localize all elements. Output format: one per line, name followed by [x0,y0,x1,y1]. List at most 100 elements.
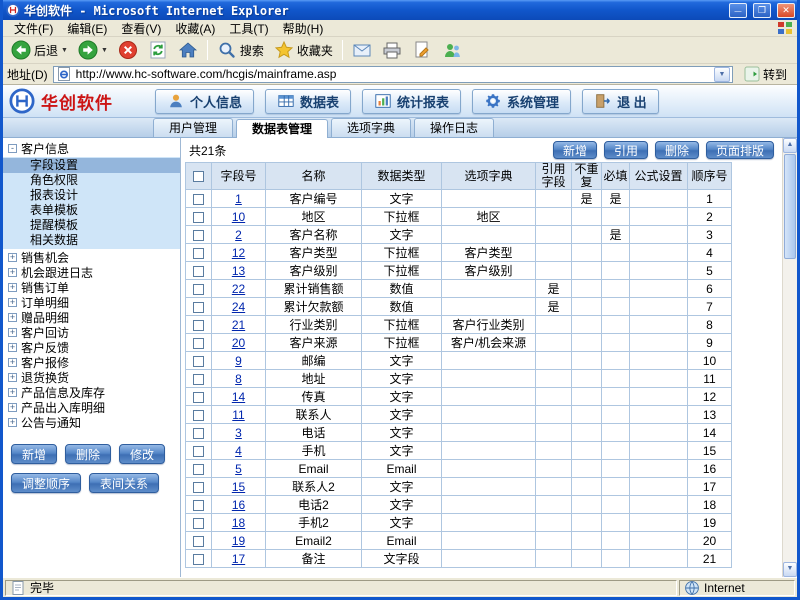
sidebar-adjust-order-button[interactable]: 调整顺序 [11,473,81,493]
row-checkbox[interactable] [193,356,204,367]
menu-item[interactable]: 编辑(E) [60,19,114,38]
minimize-button[interactable] [729,3,747,18]
expand-icon[interactable]: + [8,253,17,262]
back-dropdown-icon[interactable]: ▼ [61,47,68,54]
menu-item[interactable]: 工具(T) [222,19,275,38]
expand-icon[interactable]: + [8,313,17,322]
forward-dropdown-icon[interactable]: ▼ [101,47,108,54]
forward-button[interactable]: ▼ [74,39,112,61]
field-no-link[interactable]: 22 [232,282,245,296]
maximize-button[interactable] [753,3,771,18]
field-no-link[interactable]: 5 [235,462,242,476]
sidebar-item[interactable]: +退货换货 [3,370,180,385]
tab-option-dictionary[interactable]: 选项字典 [331,118,411,137]
field-no-link[interactable]: 1 [235,192,242,206]
row-checkbox[interactable] [193,320,204,331]
scroll-down-button[interactable]: ▼ [783,562,797,577]
sidebar-subitem[interactable]: 字段设置 [3,158,180,173]
row-checkbox[interactable] [193,266,204,277]
edit-button[interactable] [408,39,436,61]
expand-icon[interactable]: + [8,343,17,352]
menu-item[interactable]: 收藏(A) [168,19,222,38]
home-button[interactable] [174,39,202,61]
go-button[interactable]: 转到 [738,65,793,83]
expand-icon[interactable]: + [8,328,17,337]
sidebar-subitem[interactable]: 提醒模板 [3,218,180,233]
sidebar-modify-button[interactable]: 修改 [119,444,165,464]
stop-button[interactable] [114,39,142,61]
sidebar-subitem[interactable]: 角色权限 [3,173,180,188]
sidebar-subitem[interactable]: 报表设计 [3,188,180,203]
vertical-scrollbar[interactable]: ▲ ▼ [782,138,797,577]
expand-icon[interactable]: + [8,388,17,397]
field-no-link[interactable]: 11 [232,408,244,422]
close-button[interactable] [777,3,795,18]
sidebar-item[interactable]: +客户回访 [3,325,180,340]
row-checkbox[interactable] [193,500,204,511]
sidebar-add-button[interactable]: 新增 [11,444,57,464]
field-no-link[interactable]: 9 [235,354,242,368]
field-no-link[interactable]: 24 [232,300,245,314]
logout-button[interactable]: 退 出 [582,89,659,114]
field-no-link[interactable]: 12 [232,246,245,260]
add-button[interactable]: 新增 [553,141,597,159]
scroll-track[interactable] [783,260,797,562]
row-checkbox[interactable] [193,248,204,259]
row-checkbox[interactable] [193,392,204,403]
sidebar-item[interactable]: +销售订单 [3,280,180,295]
data-table-button[interactable]: 数据表 [265,89,351,114]
row-checkbox[interactable] [193,338,204,349]
favorites-button[interactable]: 收藏夹 [270,39,337,61]
field-no-link[interactable]: 18 [232,516,245,530]
field-no-link[interactable]: 4 [235,444,242,458]
mail-button[interactable] [348,39,376,61]
sidebar-subitem[interactable]: 相关数据 [3,233,180,248]
row-checkbox[interactable] [193,518,204,529]
messenger-button[interactable] [438,39,466,61]
reference-button[interactable]: 引用 [604,141,648,159]
field-no-link[interactable]: 17 [232,552,245,566]
personal-info-button[interactable]: 个人信息 [155,89,254,114]
page-layout-button[interactable]: 页面排版 [706,141,774,159]
row-checkbox[interactable] [193,446,204,457]
tab-user-management[interactable]: 用户管理 [153,118,233,137]
field-no-link[interactable]: 2 [235,228,242,242]
field-no-link[interactable]: 15 [232,480,245,494]
sidebar-delete-button[interactable]: 删除 [65,444,111,464]
refresh-button[interactable] [144,39,172,61]
scroll-thumb[interactable] [784,154,796,259]
sidebar-table-relations-button[interactable]: 表间关系 [89,473,159,493]
print-button[interactable] [378,39,406,61]
row-checkbox[interactable] [193,482,204,493]
collapse-icon[interactable]: - [8,144,17,153]
address-dropdown-icon[interactable]: ▼ [714,67,730,82]
row-checkbox[interactable] [193,428,204,439]
sidebar-item[interactable]: -客户信息 [3,141,180,156]
row-checkbox[interactable] [193,536,204,547]
expand-icon[interactable]: + [8,373,17,382]
delete-button[interactable]: 删除 [655,141,699,159]
sidebar-item[interactable]: +客户报修 [3,355,180,370]
sidebar-item[interactable]: +客户反馈 [3,340,180,355]
field-no-link[interactable]: 20 [232,336,245,350]
menu-item[interactable]: 帮助(H) [276,19,331,38]
system-admin-button[interactable]: 系统管理 [472,89,571,114]
sidebar-item[interactable]: +订单明细 [3,295,180,310]
field-no-link[interactable]: 10 [232,210,245,224]
back-button[interactable]: 后退 ▼ [7,39,72,61]
row-checkbox[interactable] [193,554,204,565]
row-checkbox[interactable] [193,464,204,475]
search-button[interactable]: 搜索 [213,39,268,61]
field-no-link[interactable]: 8 [235,372,242,386]
expand-icon[interactable]: + [8,298,17,307]
sidebar-item[interactable]: +产品信息及库存 [3,385,180,400]
sidebar-item[interactable]: +公告与通知 [3,415,180,430]
field-no-link[interactable]: 19 [232,534,245,548]
row-checkbox[interactable] [193,302,204,313]
row-checkbox[interactable] [193,410,204,421]
scroll-up-button[interactable]: ▲ [783,138,797,153]
row-checkbox[interactable] [193,374,204,385]
address-input[interactable]: http://www.hc-software.com/hcgis/mainfra… [53,66,733,83]
menu-item[interactable]: 文件(F) [7,19,60,38]
field-no-link[interactable]: 13 [232,264,245,278]
